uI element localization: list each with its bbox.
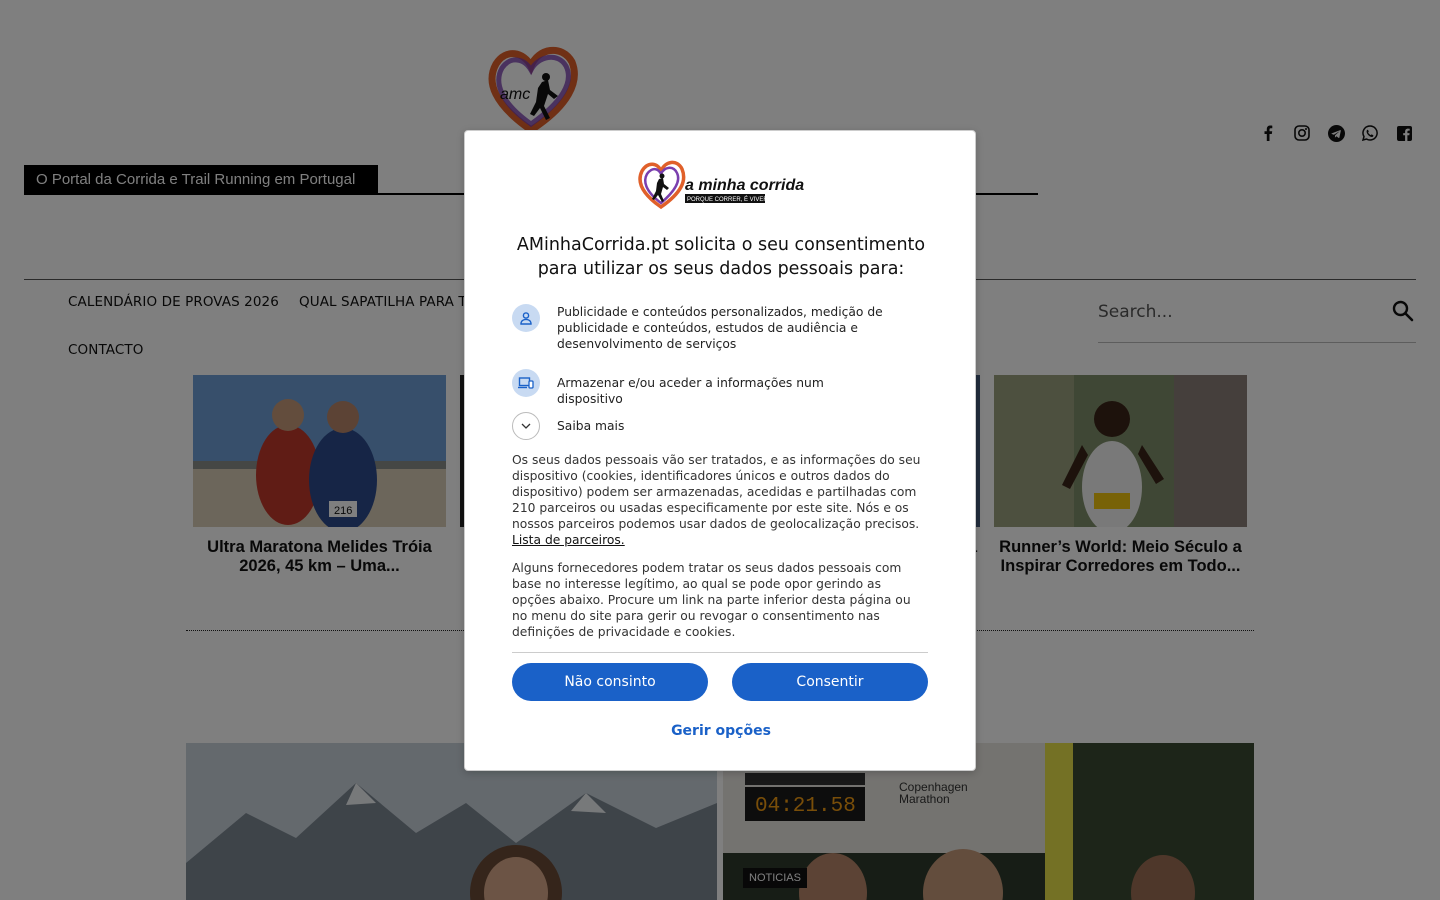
consent-paragraph-1: Os seus dados pessoais vão ser tratados,… [512,452,922,548]
manage-options-link[interactable]: Gerir opções [465,723,977,739]
learn-more-row[interactable]: Saiba mais [512,412,887,440]
person-icon [512,304,540,332]
decline-button[interactable]: Não consinto [512,663,708,701]
chevron-down-icon[interactable] [512,412,540,440]
consent-title: AMinhaCorrida.pt solicita o seu consenti… [516,235,926,279]
partners-list-link[interactable]: Lista de parceiros. [512,533,625,547]
purpose-text: Publicidade e conteúdos personalizados, … [557,305,883,351]
devices-icon [512,369,540,397]
consent-dialog: a minha corrida PORQUE CORRER, É VIVER! … [464,130,976,771]
learn-more-label[interactable]: Saiba mais [557,412,887,434]
svg-text:PORQUE CORRER, É VIVER!: PORQUE CORRER, É VIVER! [687,196,770,203]
consent-text: Os seus dados pessoais vão ser tratados,… [512,453,921,531]
purpose-device-storage: Armazenar e/ou aceder a informações num … [512,369,887,407]
svg-text:a minha corrida: a minha corrida [685,177,804,194]
accept-button[interactable]: Consentir [732,663,928,701]
modal-logo: a minha corrida PORQUE CORRER, É VIVER! [637,159,807,211]
purpose-text: Armazenar e/ou aceder a informações num … [557,376,824,406]
consent-paragraph-2: Alguns fornecedores podem tratar os seus… [512,561,911,639]
modal-divider [512,652,928,653]
purpose-personalised-ads: Publicidade e conteúdos personalizados, … [512,304,887,352]
